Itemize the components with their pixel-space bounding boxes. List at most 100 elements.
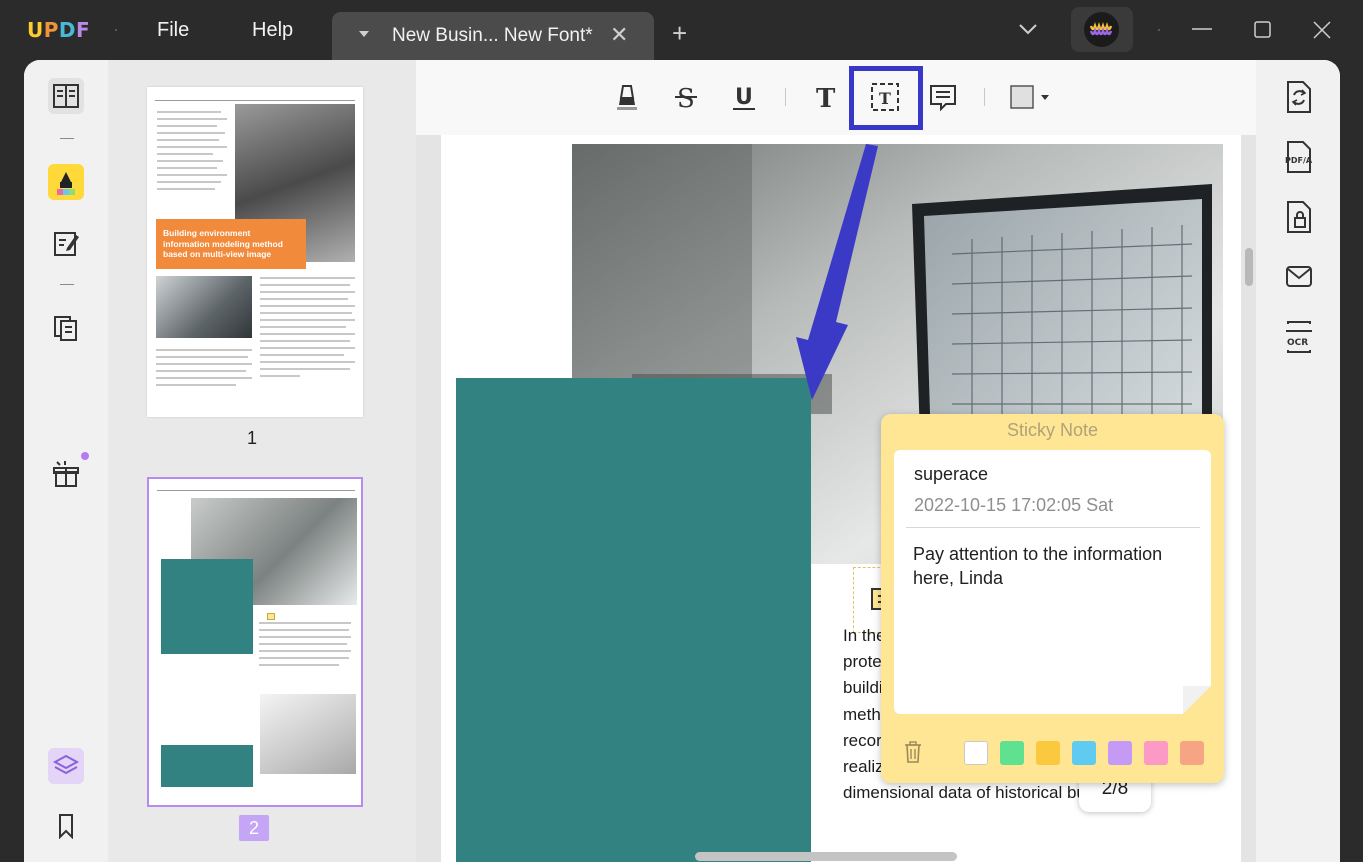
app-window: Building environment information modelin…	[24, 60, 1340, 862]
thumbnail-image-sketch	[260, 694, 356, 774]
text-line	[157, 118, 227, 120]
text-line	[260, 340, 350, 342]
text-line	[260, 291, 355, 293]
sticky-note-body[interactable]: superace 2022-10-15 17:02:05 Sat Pay att…	[894, 450, 1211, 714]
ocr-icon[interactable]: OCR	[1284, 320, 1314, 354]
thumbnail-note-marker	[267, 613, 275, 620]
svg-text:U: U	[735, 85, 753, 110]
text-line	[259, 636, 351, 638]
title-separator	[1158, 29, 1160, 31]
color-swatch-pink[interactable]	[1144, 741, 1168, 765]
text-line	[260, 375, 300, 377]
document-tab[interactable]: New Busin... New Font* ✕	[332, 12, 654, 60]
color-swatch-white[interactable]	[964, 741, 988, 765]
color-swatch-yellow[interactable]	[1036, 741, 1060, 765]
text-line	[259, 629, 349, 631]
organize-icon[interactable]	[48, 310, 84, 346]
edit-icon[interactable]	[48, 225, 84, 261]
layers-icon[interactable]	[48, 748, 84, 784]
sticky-note-date: 2022-10-15 17:02:05 Sat	[914, 495, 1114, 515]
comment-icon[interactable]	[48, 164, 84, 200]
text-line	[260, 354, 344, 356]
text-line	[157, 125, 217, 127]
avatar[interactable]	[1071, 7, 1133, 52]
sticky-note-popup[interactable]: Sticky Note superace 2022-10-15 17:02:05…	[881, 414, 1224, 783]
comment-toolbar: S U T T	[416, 60, 1256, 135]
menu-file[interactable]: File	[157, 19, 189, 42]
color-swatch-orange[interactable]	[1180, 741, 1204, 765]
color-swatch-blue[interactable]	[1072, 741, 1096, 765]
thumbnail-orange-title: Building environment information modelin…	[156, 219, 306, 269]
text-line	[259, 657, 349, 659]
text-line	[259, 664, 339, 666]
protect-icon[interactable]	[1284, 200, 1314, 234]
underline-icon[interactable]: U	[725, 78, 763, 116]
share-email-icon[interactable]	[1284, 260, 1314, 294]
divider	[60, 284, 74, 285]
text-line	[157, 153, 213, 155]
right-toolbar: PDF/A OCR	[1256, 60, 1340, 862]
text-line	[260, 305, 355, 307]
tab-close-icon[interactable]: ✕	[610, 22, 628, 48]
color-swatch-purple[interactable]	[1108, 741, 1132, 765]
title-separator	[115, 29, 117, 31]
thumbnail-teal-block	[161, 559, 253, 654]
text-line	[259, 643, 347, 645]
text-line	[260, 319, 355, 321]
text-line	[260, 361, 355, 363]
text-line	[260, 277, 355, 279]
text-line	[157, 111, 221, 113]
text-line	[156, 377, 252, 379]
updf-logo: UPDF	[27, 18, 91, 42]
text-line	[156, 384, 236, 386]
text-line	[260, 333, 355, 335]
chevron-down-icon[interactable]	[1018, 22, 1038, 41]
highlight-icon[interactable]	[608, 78, 646, 116]
sticky-note-message[interactable]: Pay attention to the information here, L…	[913, 542, 1173, 590]
tab-dropdown-icon[interactable]	[359, 31, 369, 37]
minimize-icon[interactable]	[1190, 18, 1214, 42]
new-tab-button[interactable]: +	[672, 20, 687, 46]
text-line	[157, 181, 221, 183]
sticky-note-title: Sticky Note	[1006, 420, 1099, 440]
page-thumbnail-1[interactable]: Building environment information modelin…	[147, 87, 363, 417]
text-line	[157, 174, 227, 176]
text-line	[156, 349, 252, 351]
pdfa-icon[interactable]: PDF/A	[1284, 140, 1314, 174]
text-line	[157, 139, 219, 141]
text-icon[interactable]: T	[808, 78, 846, 116]
maximize-icon[interactable]	[1250, 18, 1274, 42]
thumbnail-teal-block	[161, 745, 253, 787]
header-rule	[155, 100, 355, 101]
svg-text:PDF/A: PDF/A	[1285, 156, 1313, 165]
document-viewer: S U T T In the protected building method…	[416, 60, 1256, 862]
vertical-scrollbar[interactable]	[1245, 248, 1253, 286]
reader-icon[interactable]	[48, 78, 84, 114]
notification-badge	[81, 452, 89, 460]
sticky-note-author: superace	[914, 464, 989, 484]
gift-icon[interactable]	[48, 456, 84, 492]
text-line	[260, 326, 346, 328]
text-line	[157, 146, 227, 148]
page-thumbnail-2[interactable]	[147, 477, 363, 807]
horizontal-scrollbar[interactable]	[695, 852, 957, 861]
text-line	[156, 363, 252, 365]
textbox-tool-highlight	[849, 66, 923, 130]
close-icon[interactable]	[1310, 18, 1334, 42]
color-swatch-green[interactable]	[1000, 741, 1024, 765]
menu-help[interactable]: Help	[252, 19, 293, 42]
text-line	[157, 160, 223, 162]
thumbnail-image-worker	[156, 276, 252, 338]
comment-note-icon[interactable]	[924, 78, 962, 116]
page-number-2: 2	[239, 815, 269, 841]
trash-icon[interactable]	[903, 740, 923, 769]
sticky-note-divider	[906, 527, 1200, 528]
strikethrough-icon[interactable]: S	[667, 78, 705, 116]
text-line	[260, 284, 350, 286]
text-line	[157, 167, 217, 169]
bookmark-icon[interactable]	[48, 808, 84, 844]
convert-icon[interactable]	[1284, 80, 1314, 114]
text-line	[260, 368, 350, 370]
svg-text:T: T	[816, 84, 836, 112]
shape-icon[interactable]	[1006, 78, 1056, 116]
